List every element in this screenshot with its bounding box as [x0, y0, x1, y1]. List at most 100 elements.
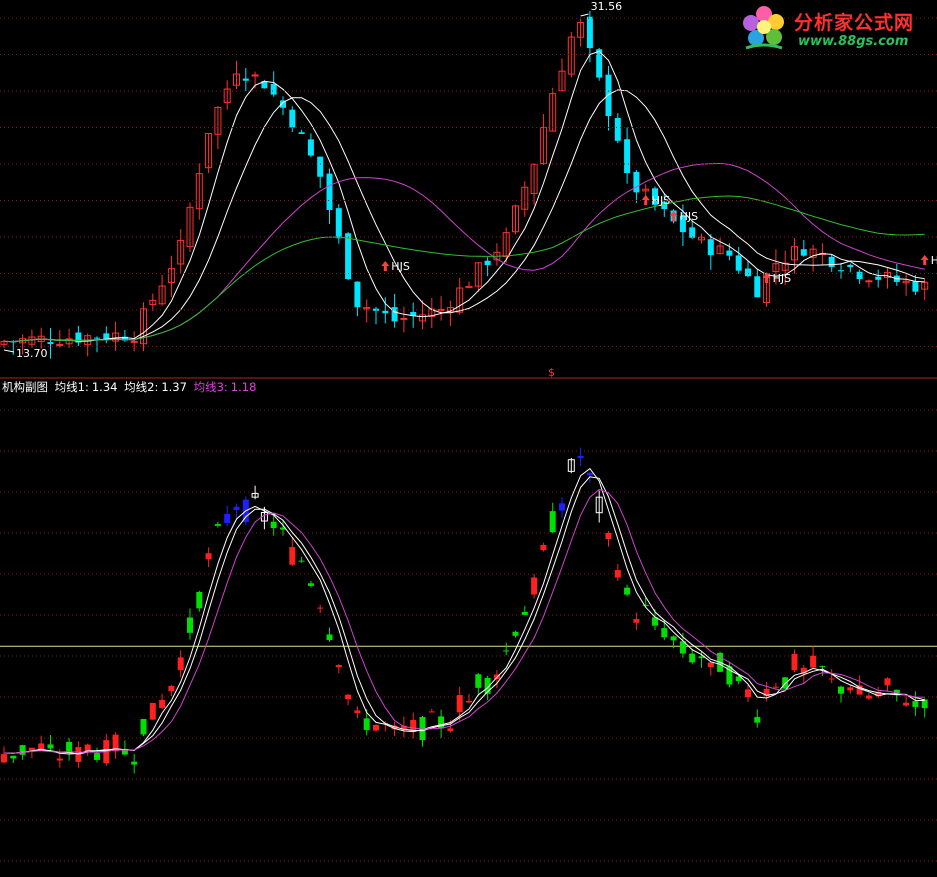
ma1-label: 均线1:: [54, 380, 89, 394]
sub-candle-body: [614, 569, 621, 578]
sub-panel-title: 机构副图 均线1: 1.34 均线2: 1.37 均线3: 1.18: [2, 379, 259, 395]
sub-candle-body: [745, 689, 751, 698]
sub-candle-body: [586, 472, 593, 476]
price-candle-body: [242, 78, 249, 81]
price-candle-body: [437, 308, 445, 311]
sub-candle-body: [187, 617, 193, 633]
ma-very-long-line: [3, 195, 925, 343]
logo-title: 分析家公式网: [794, 12, 915, 34]
price-candle-body: [586, 16, 593, 49]
price-candle-body: [382, 310, 389, 314]
ma-long-line: [3, 162, 925, 343]
sub-candle-body: [177, 657, 184, 671]
sub-candle-body: [707, 662, 714, 668]
sub-candle-body: [56, 758, 63, 761]
price-candle-body: [270, 83, 277, 95]
price-candle-body: [410, 312, 417, 316]
sub-candle-body: [810, 655, 817, 668]
price-candle-body: [828, 256, 835, 268]
hjs-signal-label: HJS: [931, 254, 937, 267]
sub-candle-body: [633, 619, 640, 623]
separator-marker: $: [548, 366, 555, 379]
ma3-value: 1.18: [230, 380, 257, 394]
sub-candle-body: [10, 755, 17, 759]
sub-candle-body: [605, 532, 612, 539]
sub-candle-body: [642, 604, 649, 606]
chart-canvas: $31.5613.70HJSHJSHJSHJSHJS: [0, 0, 937, 862]
sub-candle-body: [772, 686, 779, 688]
sub-candle-body: [363, 718, 370, 730]
sub-candle-body: [410, 719, 417, 732]
hjs-signal-label: HJS: [391, 260, 410, 273]
price-candle-body: [624, 139, 631, 174]
sub-candle-body: [19, 745, 26, 755]
sub-candle-body: [912, 701, 919, 707]
sub-candle-body: [624, 587, 631, 595]
logo-url: www.88gs.com: [798, 34, 909, 49]
price-candle-body: [726, 250, 733, 256]
sub-candle-body: [270, 521, 277, 529]
chart-window: $31.5613.70HJSHJSHJSHJSHJS 分析家公式网 www.88…: [0, 0, 937, 877]
sub-candle-body: [447, 728, 454, 732]
sub-candle-body: [66, 741, 73, 753]
sub-candle-body: [168, 685, 175, 692]
sub-candle-body: [317, 607, 324, 609]
sub-candle-body: [838, 686, 844, 694]
sub-candle-body: [828, 678, 835, 680]
low-marker: [3, 349, 15, 353]
sub-candle-body: [531, 577, 538, 595]
price-candle-body: [335, 208, 342, 239]
ma1-line: [3, 467, 925, 755]
hjs-signal-label: HJS: [680, 210, 699, 223]
sub-candle-body: [326, 634, 333, 641]
price-candle-body: [345, 233, 352, 280]
sub-candle-body: [884, 678, 891, 686]
sub-candle-body: [131, 761, 138, 765]
ma2-value: 1.37: [161, 380, 187, 394]
sub-candle-body: [205, 553, 212, 560]
sub-candle-body: [847, 687, 854, 691]
sub-candle-body: [149, 702, 156, 720]
sub-candle-body: [224, 513, 231, 523]
sub-candle-body: [159, 699, 166, 708]
ma2-label: 均线2:: [124, 380, 159, 394]
sub-candle-body: [373, 724, 379, 731]
sub-candle-body: [28, 747, 35, 751]
sub-candle-body: [903, 702, 910, 706]
price-candle-body: [689, 227, 696, 238]
price-candle-body: [707, 239, 714, 256]
sub-candle-body: [354, 710, 361, 714]
price-candle-body: [391, 307, 398, 322]
sub-candle-body: [47, 744, 54, 749]
ma3-label: 均线3:: [193, 380, 228, 394]
price-candle-body: [735, 255, 742, 271]
sub-candle-body: [214, 524, 221, 526]
price-candle-body: [326, 173, 333, 210]
price-candle-body: [251, 74, 259, 77]
price-candle-body: [838, 270, 844, 272]
sub-candle-body: [140, 719, 147, 735]
price-candle-body: [47, 342, 54, 345]
price-candle-body: [130, 340, 138, 343]
sub-candle-body: [196, 591, 203, 609]
ma1-value: 1.34: [91, 380, 118, 394]
price-candle-body: [856, 271, 863, 279]
hjs-signal-arrow-icon: [381, 261, 390, 271]
ma3-line: [3, 488, 925, 754]
price-candle-body: [633, 171, 640, 193]
price-candle-body: [354, 281, 361, 308]
price-candle-body: [847, 264, 854, 268]
sub-candle-body: [549, 511, 556, 533]
site-logo: 分析家公式网 www.88gs.com: [738, 2, 936, 54]
sub-candle-body: [503, 650, 510, 652]
low-label: 13.70: [16, 347, 48, 360]
sub-candle-body: [512, 631, 519, 636]
price-candle-body: [94, 337, 100, 339]
sub-candle-body: [791, 653, 798, 671]
sub-candle-body: [428, 711, 435, 713]
sub-candle-body: [475, 674, 482, 688]
ma-short-line: [3, 50, 925, 343]
sub-candle-body: [456, 695, 463, 713]
sub-candle-body: [335, 665, 342, 668]
sub-candle-body: [689, 653, 696, 663]
